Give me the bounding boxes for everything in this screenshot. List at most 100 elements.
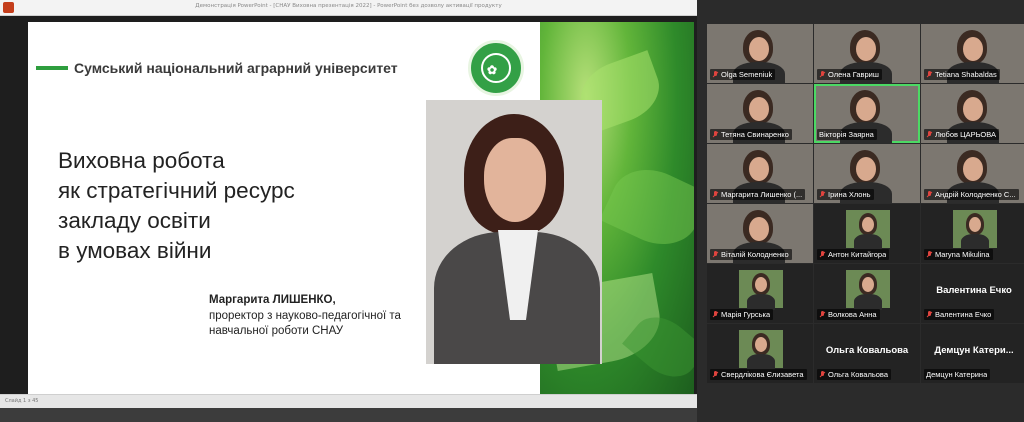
speaker-name: Маргарита ЛИШЕНКО, bbox=[209, 294, 336, 306]
participants-gallery: Olga Semeniuk Олена Гавриш Tetiana Shabald… bbox=[697, 0, 1024, 422]
participant-name-tag: Демцун Катерина bbox=[924, 369, 991, 380]
window-title: Демонстрація PowerPoint - [СНАУ Виховна … bbox=[195, 3, 502, 9]
participant-tile[interactable]: Демцун Катери... Демцун Катерина bbox=[921, 324, 1024, 383]
participant-tile[interactable]: Свердлікова Єлизавета bbox=[707, 324, 813, 383]
title-line: в умовах війни bbox=[58, 238, 212, 263]
slide: Сумський національний аграрний університ… bbox=[28, 22, 694, 394]
participant-tile[interactable]: Маргарита Лишенко (... bbox=[707, 144, 813, 203]
participant-video bbox=[749, 217, 769, 241]
muted-mic-icon bbox=[926, 190, 933, 199]
participant-display-name: Ольга Ковальова bbox=[825, 345, 909, 356]
participant-name: Maryna Mikulina bbox=[935, 250, 990, 259]
participant-name-tag: Олена Гавриш bbox=[817, 69, 882, 80]
status-bar: Слайд 1 з 45 bbox=[0, 394, 697, 408]
participant-tile[interactable]: Вікторія Заярна bbox=[814, 84, 920, 143]
participant-name-tag: Валентина Ечко bbox=[924, 309, 995, 320]
university-logo: ✿ bbox=[468, 40, 524, 96]
participant-name-tag: Маргарита Лишенко (... bbox=[710, 189, 806, 200]
participant-tile[interactable]: Любов ЦАРЬОВА bbox=[921, 84, 1024, 143]
muted-mic-icon bbox=[819, 70, 826, 79]
participant-video bbox=[856, 157, 876, 181]
title-line: Виховна робота bbox=[58, 148, 225, 173]
muted-mic-icon bbox=[712, 250, 719, 259]
muted-mic-icon bbox=[712, 310, 719, 319]
muted-mic-icon bbox=[819, 190, 826, 199]
muted-mic-icon bbox=[712, 70, 719, 79]
participant-tile[interactable]: Ольга Ковальова Ольга Ковальова bbox=[814, 324, 920, 383]
participant-name-tag: Тетяна Свинаренко bbox=[710, 129, 792, 140]
participant-tile[interactable]: Антон Китайгора bbox=[814, 204, 920, 263]
participant-name: Валентина Ечко bbox=[935, 310, 992, 319]
participant-video bbox=[963, 37, 983, 61]
participant-name-tag: Tetiana Shabaldas bbox=[924, 69, 1000, 80]
participant-tile[interactable]: Tetiana Shabaldas bbox=[921, 24, 1024, 83]
speaker-photo bbox=[426, 100, 602, 364]
muted-mic-icon bbox=[926, 250, 933, 259]
participant-name: Olga Semeniuk bbox=[721, 70, 773, 79]
participant-name: Маргарита Лишенко (... bbox=[721, 190, 803, 199]
participant-name: Антон Китайгора bbox=[828, 250, 887, 259]
participant-name: Олена Гавриш bbox=[828, 70, 879, 79]
participant-avatar bbox=[846, 210, 890, 250]
participant-name: Демцун Катерина bbox=[926, 370, 988, 379]
muted-mic-icon bbox=[712, 370, 719, 379]
participant-name: Ольга Ковальова bbox=[828, 370, 888, 379]
muted-mic-icon bbox=[819, 250, 826, 259]
participant-tile[interactable]: Олена Гавриш bbox=[814, 24, 920, 83]
participant-video bbox=[749, 157, 769, 181]
participant-name-tag: Свердлікова Єлизавета bbox=[710, 369, 807, 380]
participant-tile[interactable]: Віталій Колодненко bbox=[707, 204, 813, 263]
participant-name-tag: Марія Гурська bbox=[710, 309, 774, 320]
participant-avatar bbox=[953, 210, 997, 250]
participant-video bbox=[749, 97, 769, 121]
participant-display-name: Валентина Ечко bbox=[936, 285, 1012, 296]
participant-name: Вікторія Заярна bbox=[819, 130, 874, 139]
speaker-role: проректор з науково-педагогічної та навч… bbox=[209, 309, 401, 339]
muted-mic-icon bbox=[926, 70, 933, 79]
presentation-window: Демонстрація PowerPoint - [СНАУ Виховна … bbox=[0, 0, 697, 408]
participant-name-tag: Волкова Анна bbox=[817, 309, 880, 320]
muted-mic-icon bbox=[926, 130, 933, 139]
participant-video bbox=[963, 97, 983, 121]
participant-name-tag: Віталій Колодненко bbox=[710, 249, 792, 260]
participant-name-tag: Olga Semeniuk bbox=[710, 69, 776, 80]
university-name: Сумський національний аграрний університ… bbox=[74, 60, 398, 76]
muted-mic-icon bbox=[819, 370, 826, 379]
participant-video bbox=[749, 37, 769, 61]
speaker-role-line: проректор з науково-педагогічної та bbox=[209, 310, 401, 322]
participant-name: Марія Гурська bbox=[721, 310, 771, 319]
participant-name: Ірина Хлонь bbox=[828, 190, 871, 199]
participant-tile[interactable]: Maryna Mikulina bbox=[921, 204, 1024, 263]
participant-tile[interactable]: Тетяна Свинаренко bbox=[707, 84, 813, 143]
participant-name: Віталій Колодненко bbox=[721, 250, 789, 259]
speaker-role-line: навчальної роботи СНАУ bbox=[209, 325, 344, 337]
muted-mic-icon bbox=[712, 190, 719, 199]
participant-tile[interactable]: Olga Semeniuk bbox=[707, 24, 813, 83]
participant-name-tag: Антон Китайгора bbox=[817, 249, 890, 260]
participant-display-name: Демцун Катери... bbox=[934, 345, 1014, 356]
participant-tile[interactable]: Ірина Хлонь bbox=[814, 144, 920, 203]
participant-tile[interactable]: Валентина Ечко Валентина Ечко bbox=[921, 264, 1024, 323]
participant-video bbox=[963, 157, 983, 181]
participant-avatar bbox=[739, 270, 783, 310]
participant-name-tag: Ірина Хлонь bbox=[817, 189, 874, 200]
participant-video bbox=[856, 97, 876, 121]
participant-name: Тетяна Свинаренко bbox=[721, 130, 789, 139]
participant-video bbox=[856, 37, 876, 61]
participant-name: Любов ЦАРЬОВА bbox=[935, 130, 996, 139]
participant-name-tag: Любов ЦАРЬОВА bbox=[924, 129, 999, 140]
participant-tile[interactable]: Марія Гурська bbox=[707, 264, 813, 323]
slide-counter: Слайд 1 з 45 bbox=[5, 398, 39, 404]
participant-name: Tetiana Shabaldas bbox=[935, 70, 997, 79]
participant-tile[interactable]: Волкова Анна bbox=[814, 264, 920, 323]
accent-line bbox=[36, 66, 68, 70]
muted-mic-icon bbox=[819, 310, 826, 319]
participant-name-tag: Ольга Ковальова bbox=[817, 369, 891, 380]
participant-name: Андрій Колодненко С... bbox=[935, 190, 1016, 199]
participant-name-tag: Андрій Колодненко С... bbox=[924, 189, 1019, 200]
slide-title: Виховна робота як стратегічний ресурс за… bbox=[58, 146, 295, 266]
title-line: закладу освіти bbox=[58, 208, 211, 233]
title-line: як стратегічний ресурс bbox=[58, 178, 295, 203]
participant-name: Свердлікова Єлизавета bbox=[721, 370, 804, 379]
participant-tile[interactable]: Андрій Колодненко С... bbox=[921, 144, 1024, 203]
